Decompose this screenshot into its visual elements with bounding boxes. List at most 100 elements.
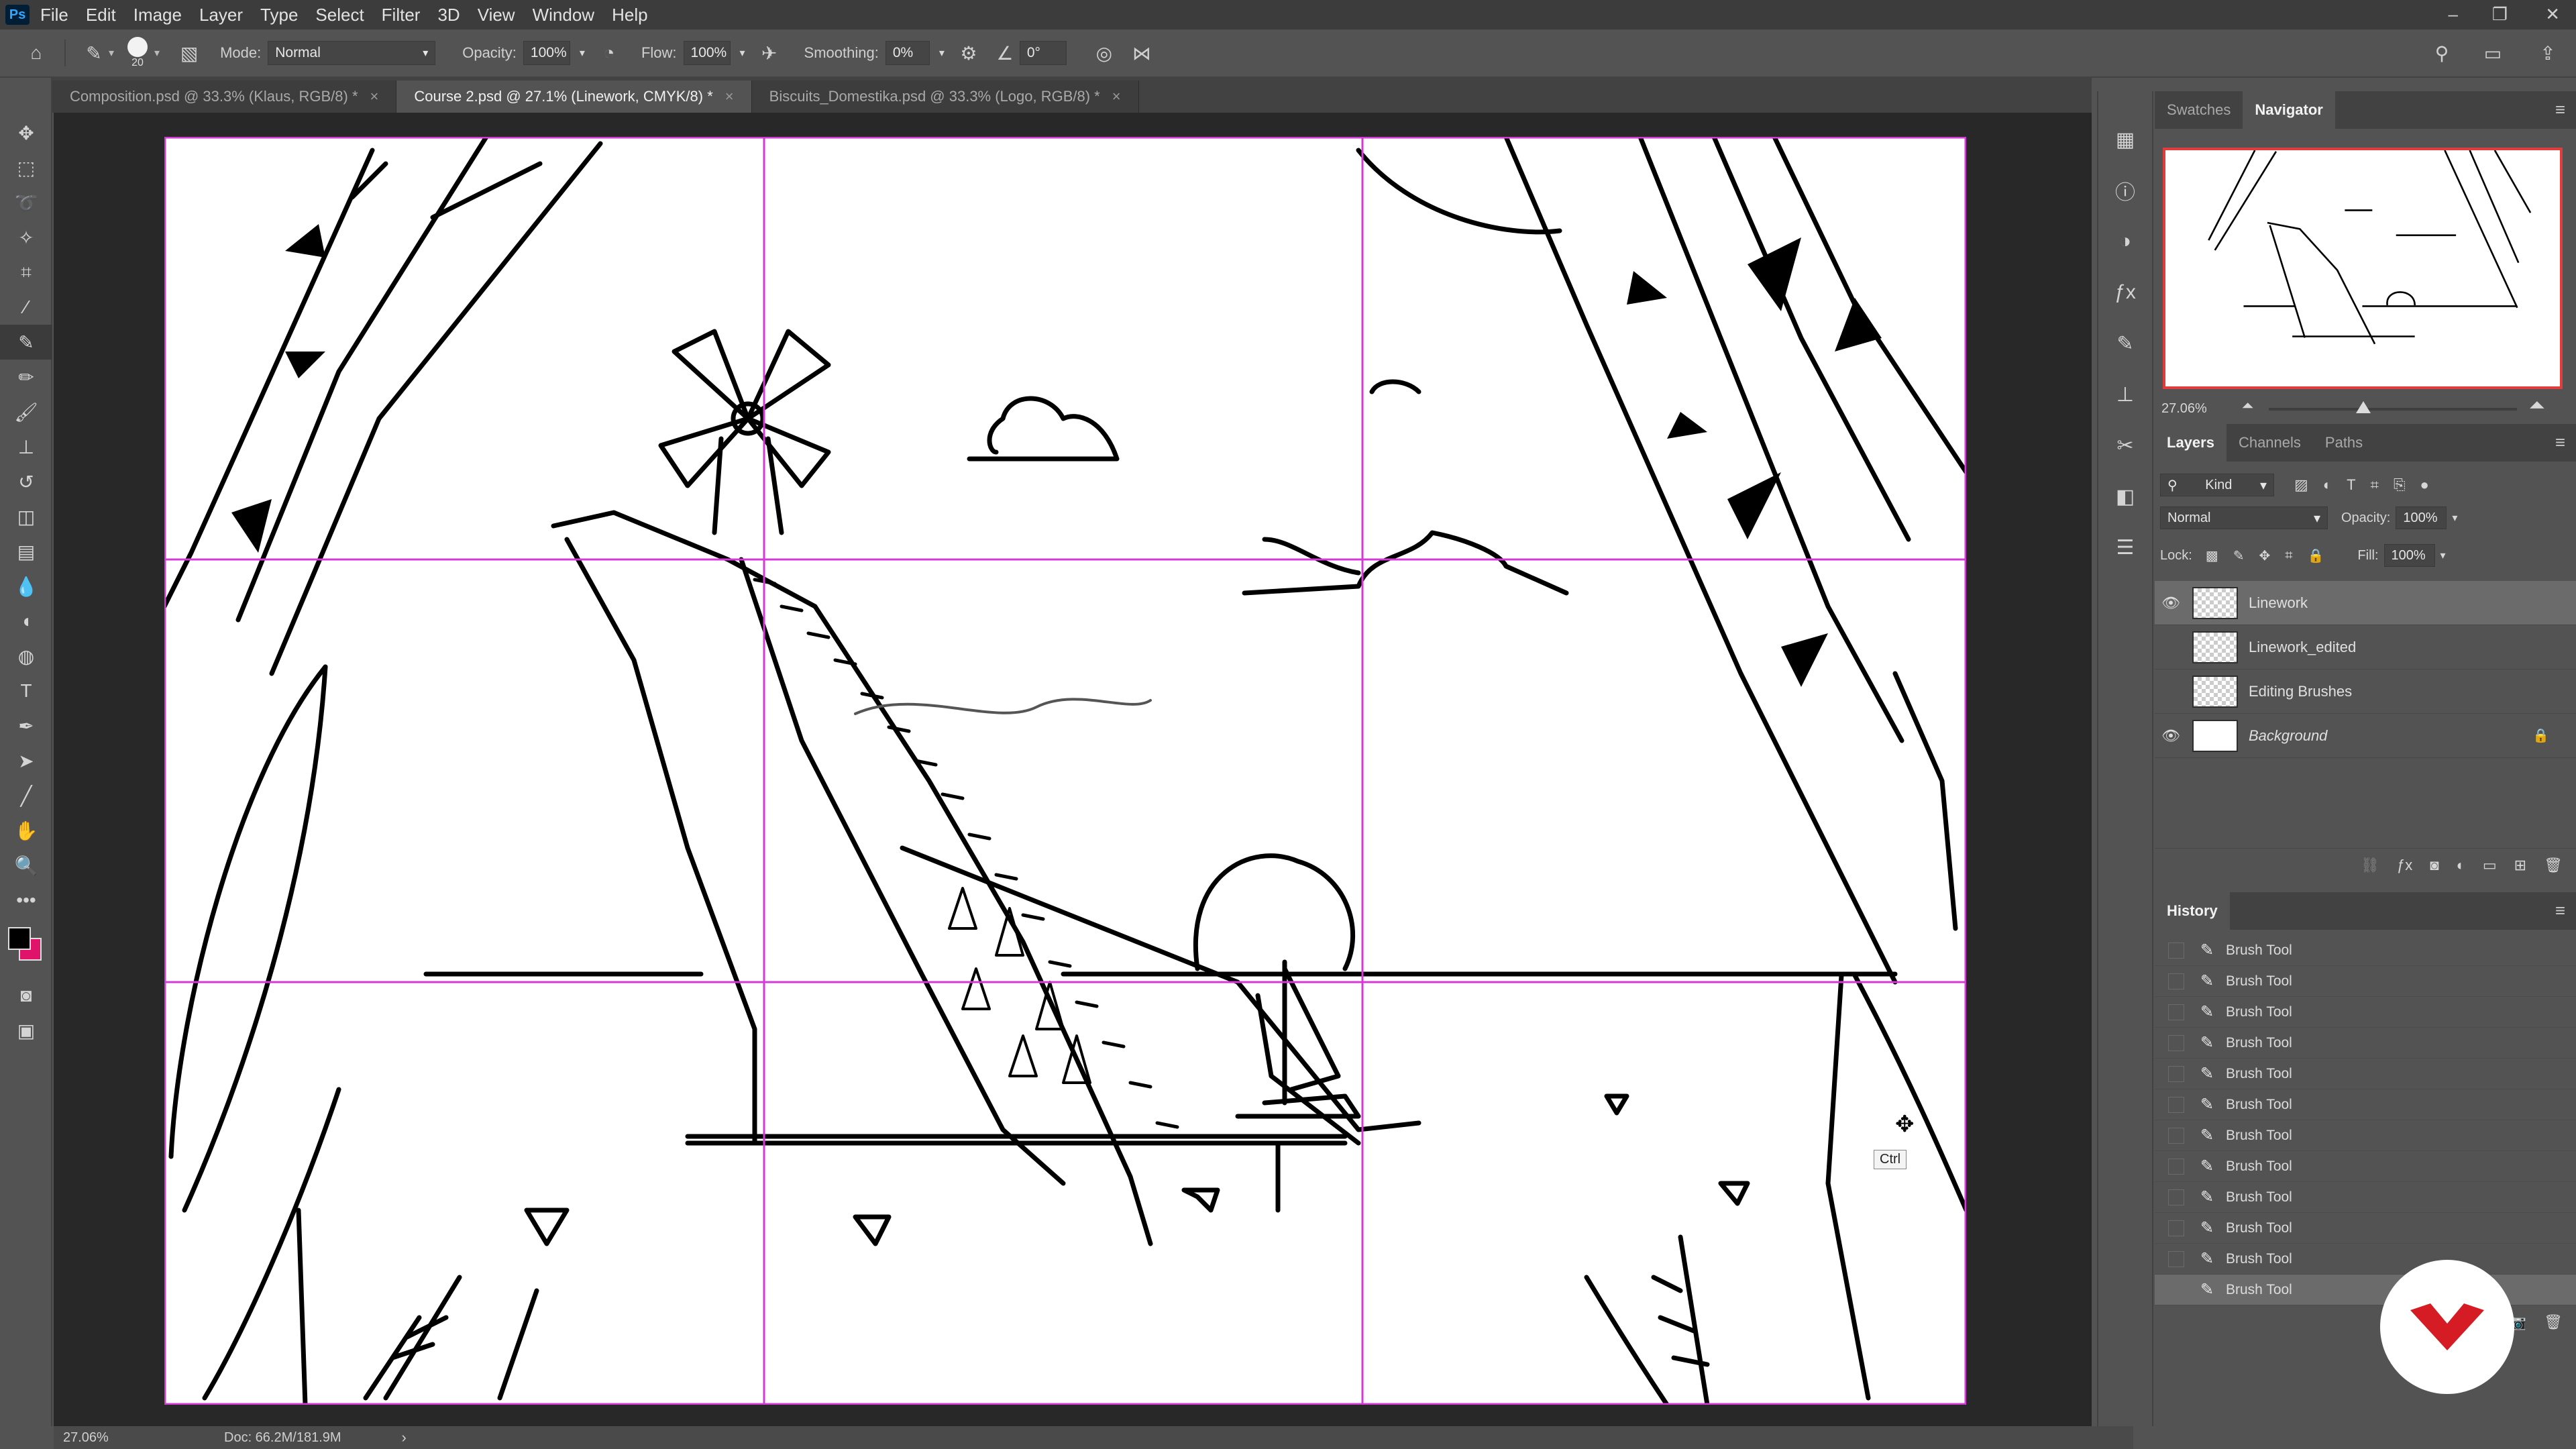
restore-button[interactable]: ❐ [2492,4,2508,25]
menu-window[interactable]: Window [533,5,594,25]
history-item[interactable]: ✎ Brush Tool [2155,1120,2576,1151]
filter-toggle-icon[interactable]: ● [2420,476,2429,494]
delete-state-icon[interactable]: 🗑 [2544,1313,2563,1331]
menu-type[interactable]: Type [260,5,298,25]
history-item[interactable]: ✎ Brush Tool [2155,1213,2576,1244]
chevron-down-icon[interactable]: ▾ [109,46,114,60]
pressure-size-icon[interactable]: ◎ [1089,38,1119,68]
move-tool-icon[interactable]: ✥ [0,115,52,150]
zoom-slider[interactable] [2269,408,2517,411]
navigator-preview[interactable] [2163,148,2563,389]
link-layers-icon[interactable]: ⛓ [2361,857,2379,874]
layer-linework-edited[interactable]: Linework_edited [2155,625,2576,669]
crop-tool-icon[interactable]: ⌗ [0,255,52,290]
menu-filter[interactable]: Filter [382,5,421,25]
lock-pixels-icon[interactable]: ✎ [2233,547,2245,564]
close-icon[interactable]: × [725,88,734,105]
history-source-checkbox[interactable] [2168,1127,2184,1144]
eraser-tool-icon[interactable]: ◫ [0,499,52,534]
symmetry-icon[interactable]: ⋈ [1127,38,1157,68]
chevron-down-icon[interactable]: ▾ [154,46,160,60]
home-icon[interactable]: ⌂ [21,38,51,68]
line-tool-icon[interactable]: ╱ [0,778,52,813]
history-source-checkbox[interactable] [2168,942,2184,959]
menu-edit[interactable]: Edit [86,5,116,25]
learn-icon[interactable]: ▦ [2098,114,2152,165]
tab-history[interactable]: History [2155,892,2230,930]
mode-select[interactable]: Normal ▾ [268,41,436,65]
history-source-checkbox[interactable] [2168,1096,2184,1113]
panel-menu-icon[interactable]: ≡ [2555,99,2565,120]
history-item[interactable]: ✎ Brush Tool [2155,1182,2576,1213]
menu-3d[interactable]: 3D [437,5,460,25]
history-item[interactable]: ✎ Brush Tool [2155,1275,2576,1305]
tab-composition[interactable]: Composition.psd @ 33.3% (Klaus, RGB/8) *… [52,80,397,113]
magic-wand-tool-icon[interactable]: ✧ [0,220,52,255]
history-source-checkbox[interactable] [2168,1065,2184,1082]
filter-shape-icon[interactable]: ⌗ [2371,476,2379,494]
zoom-slider-handle[interactable] [2356,401,2371,413]
layer-style-icon[interactable]: ƒx [2397,857,2412,874]
menu-layer[interactable]: Layer [199,5,243,25]
lasso-tool-icon[interactable]: ➰ [0,185,52,220]
canvas-area[interactable]: Ctrl ✥ [54,113,2092,1426]
chevron-down-icon[interactable]: ▾ [2440,549,2446,562]
mixer-brush-tool-icon[interactable]: 🖌 [0,394,52,429]
blur-tool-icon[interactable]: 💧 [0,569,52,604]
layer-editing-brushes[interactable]: Editing Brushes [2155,669,2576,714]
opacity-input[interactable]: 100% [523,41,570,65]
gradient-tool-icon[interactable]: ▤ [0,534,52,569]
menu-image[interactable]: Image [133,5,182,25]
history-source-checkbox[interactable] [2168,1281,2184,1298]
layer-filter-select[interactable]: ⚲ Kind ▾ [2160,474,2274,496]
lock-all-icon[interactable]: 🔒 [2308,547,2324,564]
quick-mask-icon[interactable]: ◙ [0,978,52,1013]
new-group-icon[interactable]: ▭ [2483,857,2497,874]
filter-pixel-icon[interactable]: ▨ [2294,476,2308,494]
minimize-button[interactable]: – [2449,4,2458,25]
history-item[interactable]: ✎ Brush Tool [2155,997,2576,1028]
layer-opacity-input[interactable]: 100% [2396,506,2447,529]
adjustments-icon[interactable]: ◑ [2098,216,2152,267]
zoom-out-icon[interactable]: ⏶ [2242,397,2254,415]
info-icon[interactable]: ⓘ [2098,165,2152,216]
history-source-checkbox[interactable] [2168,1158,2184,1175]
flow-input[interactable]: 100% [683,41,731,65]
smoothing-input[interactable]: 0% [885,41,930,65]
new-layer-icon[interactable]: ⊞ [2514,857,2526,874]
clone-stamp-tool-icon[interactable]: ⊥ [0,429,52,464]
pressure-opacity-icon[interactable]: ◔ [594,38,624,68]
angle-input[interactable]: 0° [1019,41,1067,65]
screen-mode-icon[interactable]: ▣ [0,1013,52,1048]
zoom-readout[interactable]: 27.06% [63,1430,170,1446]
menu-file[interactable]: File [40,5,68,25]
more-tools-icon[interactable]: ••• [0,883,52,918]
history-item[interactable]: ✎ Brush Tool [2155,1244,2576,1275]
eye-icon[interactable]: 👁 [2155,727,2187,745]
workspace-icon[interactable]: ▭ [2478,38,2508,68]
layer-linework[interactable]: 👁 Linework [2155,581,2576,625]
pen-tool-icon[interactable]: ✒ [0,708,52,743]
tab-navigator[interactable]: Navigator [2243,91,2335,129]
dodge-tool-icon[interactable]: ◖ [0,604,52,639]
status-menu-arrow[interactable]: › [402,1429,407,1446]
pencil-tool-icon[interactable]: ✏ [0,360,52,394]
brush-size-picker[interactable]: 20 [127,37,148,69]
chevron-down-icon[interactable]: ▾ [580,46,585,60]
menu-select[interactable]: Select [315,5,364,25]
history-source-checkbox[interactable] [2168,1004,2184,1020]
history-source-checkbox[interactable] [2168,973,2184,989]
gear-icon[interactable]: ⚙ [954,38,983,68]
lock-artboard-icon[interactable]: ⌗ [2285,548,2292,564]
document-canvas[interactable]: Ctrl ✥ [162,134,1969,1407]
marquee-tool-icon[interactable]: ⬚ [0,150,52,185]
history-source-checkbox[interactable] [2168,1034,2184,1051]
brush-tool-icon[interactable]: ✎ [0,325,52,360]
brush-settings-icon[interactable]: ✎ [2098,318,2152,369]
tool-presets-icon[interactable]: ✂ [2098,420,2152,471]
history-source-checkbox[interactable] [2168,1189,2184,1205]
chevron-down-icon[interactable]: ▾ [939,46,945,60]
path-selection-tool-icon[interactable]: ➤ [0,743,52,778]
layer-background[interactable]: 👁 Background 🔒 [2155,714,2576,758]
history-item[interactable]: ✎ Brush Tool [2155,1059,2576,1089]
